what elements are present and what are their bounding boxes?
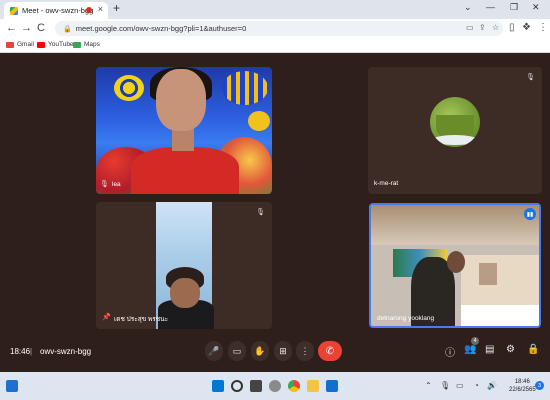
tab-meet[interactable]: Meet - owv-swzn-bgg × xyxy=(4,2,108,19)
sidebar-icon[interactable]: ▯ xyxy=(509,22,515,33)
participant-tile-k-me-rat[interactable]: 🎙 k-me-rat xyxy=(368,67,542,194)
search-icon[interactable] xyxy=(231,380,243,392)
tab-strip: Meet - owv-swzn-bgg × + ⌄ — ❐ ✕ xyxy=(0,0,550,19)
meeting-code: owv-swzn-bgg xyxy=(40,347,92,356)
bookmarks-bar: Gmail YouTube Maps xyxy=(0,39,550,53)
participant-body xyxy=(131,147,239,194)
fish-graphic xyxy=(248,111,270,131)
new-tab-button[interactable]: + xyxy=(113,1,120,15)
bookmark-label: Gmail xyxy=(17,41,34,48)
more-icon: ⋮ xyxy=(300,345,310,356)
close-window-button[interactable]: ✕ xyxy=(532,2,540,13)
gmail-icon xyxy=(6,41,14,48)
participant-tile-thai-name[interactable]: 🎙 📌 เดช ประสุข พรชนะ xyxy=(96,202,272,329)
share-icon[interactable]: ⇪ xyxy=(479,23,486,32)
tab-title: Meet - owv-swzn-bgg xyxy=(22,6,94,15)
participant-tile-lea[interactable]: 🎙 lea xyxy=(96,67,272,194)
bookmark-star-icon[interactable]: ☆ xyxy=(492,23,499,32)
mic-off-icon: 🎙 xyxy=(256,209,265,216)
maps-icon xyxy=(73,41,81,48)
present-button[interactable]: ⊞ xyxy=(274,341,292,361)
roof-graphic xyxy=(371,205,539,245)
participant-face xyxy=(447,251,465,273)
microphone-icon: 🎤 xyxy=(208,345,220,356)
reload-button[interactable]: C xyxy=(37,22,45,34)
separator: | xyxy=(30,347,33,356)
back-button[interactable]: ← xyxy=(6,22,17,34)
lock-icon: 🔒 xyxy=(63,25,72,33)
chat-button[interactable]: ▤ xyxy=(485,344,494,355)
tab-search-button[interactable]: ⌄ xyxy=(464,2,472,13)
extension-icon[interactable]: ❖ xyxy=(522,22,531,33)
youtube-icon xyxy=(37,41,45,48)
bookmark-youtube[interactable]: YouTube xyxy=(37,41,74,48)
participant-name: k-me-rat xyxy=(374,180,399,187)
meeting-details-button[interactable]: ⓘ xyxy=(445,344,455,359)
start-icon[interactable] xyxy=(212,380,224,392)
mic-off-icon: 🎙 xyxy=(100,181,109,188)
microphone-tray-icon[interactable]: 🎙 xyxy=(440,381,450,390)
host-controls-button[interactable]: 🔒 xyxy=(527,344,539,355)
forward-button[interactable]: → xyxy=(21,22,32,34)
participant-name: lea xyxy=(112,181,121,188)
volume-icon[interactable]: 🔊 xyxy=(487,381,497,390)
taskbar-time: 18:46 xyxy=(514,379,530,385)
present-icon: ⊞ xyxy=(279,345,287,356)
maximize-button[interactable]: ❐ xyxy=(510,2,518,13)
settings-icon[interactable] xyxy=(269,380,281,392)
people-button[interactable]: 👥 xyxy=(464,344,476,355)
camera-permission-icon[interactable]: ▭ xyxy=(466,23,474,32)
task-view-icon[interactable] xyxy=(250,380,262,392)
meet-favicon-icon xyxy=(10,6,18,15)
battery-icon[interactable]: ▭ xyxy=(456,381,464,390)
participant-tile-detnarong[interactable]: ▮▮ detnarong yooklang xyxy=(369,203,541,328)
hand-icon: ✋ xyxy=(254,345,266,356)
more-options-button[interactable]: ⋮ xyxy=(296,341,314,361)
activities-button[interactable]: ⚙ xyxy=(506,344,515,355)
bookmark-maps[interactable]: Maps xyxy=(73,41,100,48)
fish-graphic xyxy=(222,71,268,105)
microphone-button[interactable]: 🎤 xyxy=(205,341,223,361)
url-text: meet.google.com/owv-swzn-bgg?pli=1&authu… xyxy=(75,24,247,33)
taskbar: ⌃ 🎙 ▭ ◔ 🔊 18:46 22/6/2565 3 xyxy=(0,372,550,400)
participant-name: detnarong yooklang xyxy=(377,315,435,322)
recording-dot-icon xyxy=(86,7,92,13)
avatar xyxy=(430,97,480,147)
bookmark-label: YouTube xyxy=(48,41,74,48)
bookmark-label: Maps xyxy=(84,41,100,48)
camera-icon: ▭ xyxy=(232,345,242,356)
camera-button[interactable]: ▭ xyxy=(228,341,246,361)
notification-badge[interactable]: 3 xyxy=(535,381,544,390)
widgets-icon[interactable] xyxy=(6,380,18,392)
wifi-icon[interactable]: ◔ xyxy=(474,381,479,390)
pin-icon: 📌 xyxy=(102,314,111,321)
media-player-icon[interactable] xyxy=(326,380,338,392)
participant-video xyxy=(156,202,214,329)
taskbar-clock[interactable]: 18:46 22/6/2565 xyxy=(509,378,536,394)
building-graphic xyxy=(461,255,539,305)
taskbar-date: 22/6/2565 xyxy=(509,387,536,393)
speaking-indicator-icon: ▮▮ xyxy=(524,208,536,220)
chevron-up-icon[interactable]: ⌃ xyxy=(425,381,432,390)
raise-hand-button[interactable]: ✋ xyxy=(251,341,269,361)
table-graphic xyxy=(461,305,539,326)
meeting-time: 18:46 xyxy=(10,347,31,356)
fish-graphic xyxy=(114,75,144,101)
participant-name: เดช ประสุข พรชนะ xyxy=(114,316,169,323)
leave-call-button[interactable]: ✆ xyxy=(318,341,342,361)
menu-icon[interactable]: ⋮ xyxy=(538,22,548,33)
participant-face xyxy=(170,278,200,308)
bookmark-gmail[interactable]: Gmail xyxy=(6,41,34,48)
mic-off-icon: 🎙 xyxy=(526,74,535,81)
avatar-dish-graphic xyxy=(432,135,478,145)
browser-toolbar: ← → C 🔒 meet.google.com/owv-swzn-bgg?pli… xyxy=(0,19,550,39)
address-bar[interactable]: 🔒 meet.google.com/owv-swzn-bgg?pli=1&aut… xyxy=(55,21,503,36)
file-explorer-icon[interactable] xyxy=(307,380,319,392)
window-graphic xyxy=(479,263,497,285)
phone-hangup-icon: ✆ xyxy=(325,345,335,357)
tab-close-button[interactable]: × xyxy=(98,4,103,14)
chrome-icon[interactable] xyxy=(288,380,300,392)
minimize-button[interactable]: — xyxy=(486,2,495,12)
participant-face xyxy=(156,69,206,131)
